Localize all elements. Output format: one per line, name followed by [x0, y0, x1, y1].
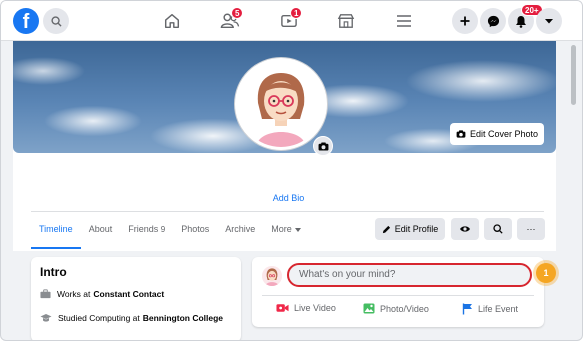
watch-notification-badge: 1 [290, 7, 303, 19]
top-navigation-bar: f 5 1 20+ [1, 1, 582, 41]
tab-photos[interactable]: Photos [173, 211, 217, 249]
profile-header: Edit Cover Photo Add Bio Timeline About … [13, 41, 556, 251]
update-profile-picture-button[interactable] [313, 136, 333, 156]
notifications-button[interactable]: 20+ [508, 4, 543, 34]
messenger-button[interactable] [480, 8, 506, 34]
avatar-illustration-icon [238, 61, 324, 147]
photo-video-label: Photo/Video [380, 303, 429, 314]
composer-avatar[interactable] [262, 266, 282, 286]
friends-notification-badge: 5 [231, 7, 244, 19]
post-composer: What's on your mind? Live Video Photo/Vi… [252, 257, 544, 327]
chevron-down-icon [545, 19, 553, 24]
avatar-illustration-icon [262, 266, 282, 286]
tab-archive-label: Archive [225, 224, 256, 234]
edit-profile-label: Edit Profile [394, 224, 439, 234]
study-place-link[interactable]: Bennington College [143, 313, 223, 323]
friends-count: 9 [160, 225, 166, 234]
messenger-icon [487, 15, 499, 27]
edit-profile-button[interactable]: Edit Profile [375, 218, 445, 240]
life-event-button[interactable]: Life Event [462, 303, 518, 315]
tab-about-label: About [88, 224, 113, 234]
tutorial-step-badge: 1 [536, 263, 556, 283]
profile-picture[interactable] [235, 58, 327, 150]
page-scrollbar[interactable] [569, 41, 577, 331]
tab-more[interactable]: More [263, 211, 309, 249]
tab-archive[interactable]: Archive [217, 211, 263, 249]
facebook-logo-icon[interactable]: f [13, 8, 39, 34]
caret-down-icon [294, 227, 301, 232]
tab-photos-label: Photos [181, 224, 210, 234]
search-icon [50, 15, 62, 27]
composer-divider [262, 295, 534, 296]
browser-frame: f 5 1 20+ Edit Cover Photo Add Bio Timel… [0, 0, 583, 341]
hamburger-menu-icon [397, 15, 411, 27]
home-nav-button[interactable] [161, 10, 183, 32]
marketplace-nav-button[interactable] [335, 10, 357, 32]
tab-about[interactable]: About [81, 211, 121, 249]
add-bio-link[interactable]: Add Bio [13, 193, 564, 203]
tab-friends-label: Friends [128, 224, 159, 234]
friends-nav-button[interactable]: 5 [219, 7, 244, 32]
photo-video-button[interactable]: Photo/Video [363, 303, 429, 314]
more-dots-icon: ··· [526, 224, 536, 234]
whats-on-your-mind-input[interactable]: What's on your mind? [287, 263, 532, 287]
plus-icon [460, 16, 470, 26]
tab-timeline[interactable]: Timeline [31, 211, 81, 249]
work-info-row: Works at Constant Contact [40, 289, 164, 299]
camera-icon [318, 141, 328, 151]
edit-cover-photo-button[interactable]: Edit Cover Photo [450, 123, 544, 145]
profile-tabs: Timeline About Friends 9 Photos Archive … [31, 211, 309, 249]
search-profile-button[interactable] [484, 218, 512, 240]
marketplace-store-icon [337, 14, 355, 28]
view-as-button[interactable] [451, 218, 479, 240]
edit-cover-photo-label: Edit Cover Photo [469, 129, 539, 139]
home-icon [164, 13, 180, 29]
create-button[interactable] [452, 8, 478, 34]
live-video-label: Live Video [294, 303, 336, 313]
search-button[interactable] [43, 8, 69, 34]
graduation-cap-icon [40, 314, 52, 322]
photo-icon [363, 303, 375, 314]
tab-friends[interactable]: Friends 9 [120, 211, 173, 249]
watch-nav-button[interactable]: 1 [278, 7, 303, 32]
eye-icon [460, 226, 470, 232]
tab-timeline-label: Timeline [39, 224, 73, 234]
briefcase-icon [40, 289, 51, 299]
live-video-icon [276, 304, 289, 312]
work-prefix: Works at [57, 289, 91, 299]
more-options-button[interactable]: ··· [517, 218, 545, 240]
camera-icon [456, 130, 466, 138]
search-icon [493, 224, 503, 234]
bell-icon [516, 15, 526, 28]
intro-card: Intro Works at Constant Contact Studied … [31, 257, 241, 340]
intro-title: Intro [40, 265, 67, 279]
work-place-link[interactable]: Constant Contact [93, 289, 164, 299]
study-prefix: Studied Computing at [58, 313, 140, 323]
life-event-label: Life Event [478, 304, 519, 314]
education-info-row: Studied Computing at Bennington College [40, 313, 223, 323]
pencil-icon [382, 225, 390, 233]
tab-more-label: More [271, 224, 292, 234]
menu-nav-button[interactable] [393, 10, 415, 32]
live-video-button[interactable]: Live Video [276, 303, 336, 313]
flag-icon [462, 303, 472, 315]
scrollbar-thumb[interactable] [571, 45, 576, 105]
account-menu-button[interactable] [536, 8, 562, 34]
